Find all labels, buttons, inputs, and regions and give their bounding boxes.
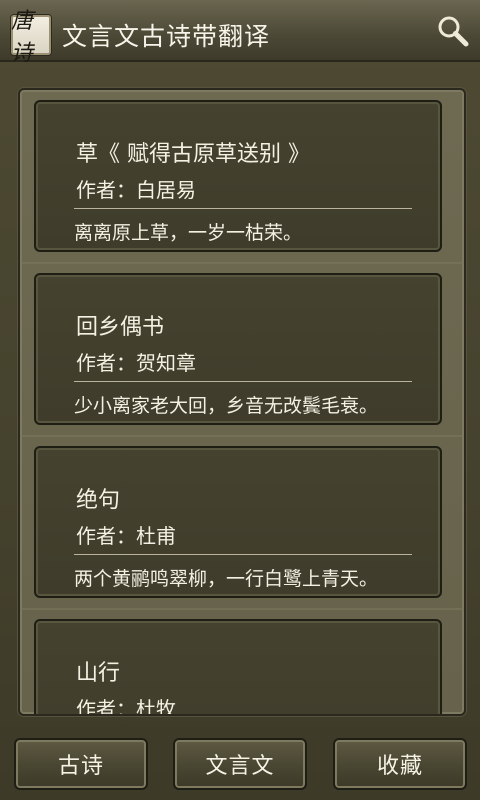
- poem-divider: [74, 554, 412, 555]
- list-separator: [20, 435, 464, 437]
- poem-title: 山行: [76, 661, 121, 686]
- tab-favorites-button[interactable]: 收藏: [333, 738, 467, 790]
- list-separator: [20, 262, 464, 264]
- search-button[interactable]: [436, 14, 470, 48]
- poem-divider: [74, 381, 412, 382]
- search-icon: [438, 16, 469, 47]
- poem-author: 作者：杜牧: [76, 697, 176, 716]
- poem-title: 回乡偶书: [76, 315, 165, 340]
- poem-excerpt: 少小离家老大回，乡音无改鬓毛衰。: [74, 395, 379, 417]
- app-logo-icon: 唐诗: [10, 9, 52, 66]
- poem-card[interactable]: 绝句 作者：杜甫 两个黄鹂鸣翠柳，一行白鹭上青天。: [34, 446, 442, 598]
- poem-divider: [74, 208, 412, 209]
- poem-list-frame[interactable]: 草《 赋得古原草送别 》 作者：白居易 离离原上草，一岁一枯荣。 回乡偶书 作者…: [18, 88, 466, 716]
- app-header: 唐诗 文言文古诗带翻译: [0, 0, 480, 66]
- poem-author: 作者：贺知章: [76, 351, 196, 375]
- poem-author: 作者：白居易: [76, 178, 196, 202]
- poem-card[interactable]: 山行 作者：杜牧: [34, 619, 442, 716]
- poem-title: 绝句: [76, 488, 121, 513]
- list-separator: [20, 608, 464, 610]
- poem-card[interactable]: 回乡偶书 作者：贺知章 少小离家老大回，乡音无改鬓毛衰。: [34, 273, 442, 425]
- poem-author: 作者：杜甫: [76, 524, 176, 548]
- app-logo-glyph: 唐诗: [11, 9, 34, 66]
- poem-excerpt: 两个黄鹂鸣翠柳，一行白鹭上青天。: [74, 568, 379, 590]
- poem-title: 草《 赋得古原草送别 》: [76, 142, 310, 167]
- tab-classical-button[interactable]: 文言文: [173, 738, 307, 790]
- tab-poems-button[interactable]: 古诗: [14, 738, 148, 790]
- poem-excerpt: 离离原上草，一岁一枯荣。: [74, 222, 303, 244]
- poem-card[interactable]: 草《 赋得古原草送别 》 作者：白居易 离离原上草，一岁一枯荣。: [34, 100, 442, 252]
- app-title: 文言文古诗带翻译: [62, 22, 271, 51]
